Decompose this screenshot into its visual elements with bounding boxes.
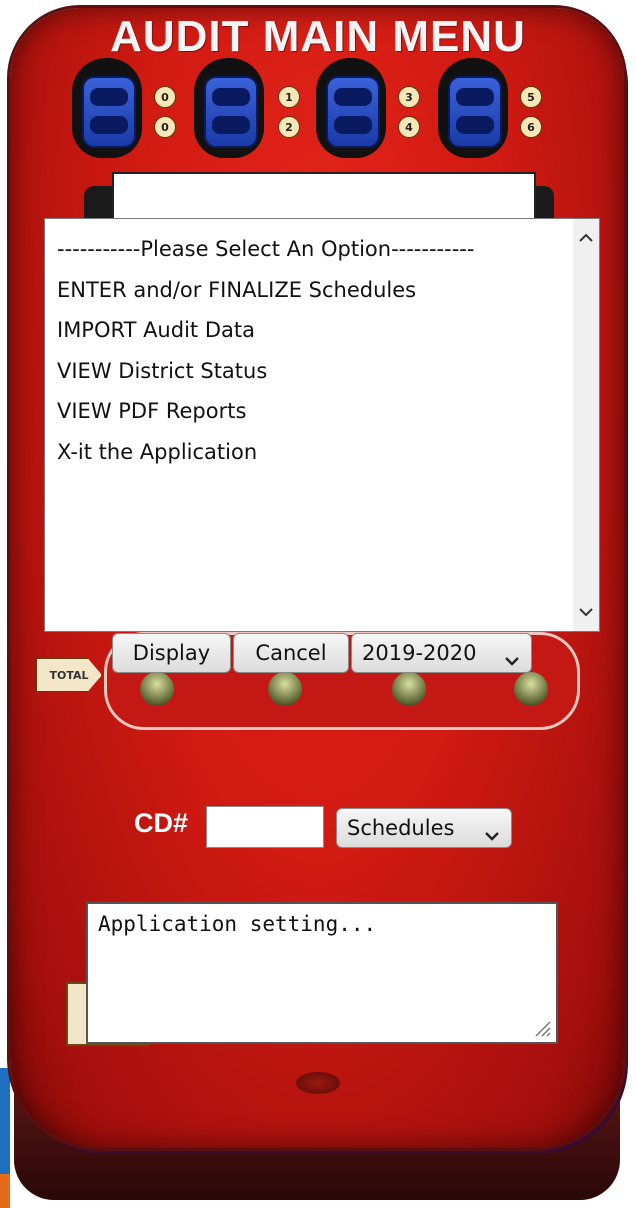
chevron-down-icon bbox=[485, 822, 499, 846]
cd-label: CD# bbox=[134, 808, 189, 838]
top-text-field[interactable] bbox=[112, 172, 536, 220]
chevron-down-icon bbox=[505, 647, 519, 671]
slot-badge: 2 bbox=[278, 116, 300, 138]
chevron-up-icon[interactable] bbox=[573, 225, 599, 251]
slot-2 bbox=[194, 58, 264, 158]
menu-option-list[interactable]: -----------Please Select An Option------… bbox=[44, 218, 600, 632]
status-textarea[interactable]: Application setting... bbox=[86, 902, 558, 1044]
slot-badge: 5 bbox=[520, 86, 542, 108]
slot-4 bbox=[438, 58, 508, 158]
resize-grip-icon[interactable] bbox=[530, 1016, 552, 1038]
schedule-type-value: Schedules bbox=[347, 816, 455, 840]
dial-knob bbox=[392, 672, 426, 706]
list-item[interactable]: ENTER and/or FINALIZE Schedules bbox=[57, 270, 577, 311]
chevron-down-icon[interactable] bbox=[573, 599, 599, 625]
list-item[interactable]: X-it the Application bbox=[57, 432, 577, 473]
status-text: Application setting... bbox=[98, 912, 377, 936]
dial-knob bbox=[514, 672, 548, 706]
dial-knob bbox=[268, 672, 302, 706]
slot-badge: 1 bbox=[278, 86, 300, 108]
slot-badge: 0 bbox=[154, 86, 176, 108]
app-title: AUDIT MAIN MENU bbox=[110, 12, 526, 61]
slot-badge: 6 bbox=[520, 116, 542, 138]
list-scrollbar[interactable] bbox=[573, 219, 599, 631]
list-item[interactable]: IMPORT Audit Data bbox=[57, 310, 577, 351]
year-select-value: 2019-2020 bbox=[362, 641, 477, 665]
slot-1 bbox=[72, 58, 142, 158]
dial-knob bbox=[140, 672, 174, 706]
left-edge-orange-strip bbox=[0, 1174, 10, 1208]
slot-badge: 4 bbox=[398, 116, 420, 138]
left-edge-blue-strip bbox=[0, 1068, 10, 1174]
list-item[interactable]: -----------Please Select An Option------… bbox=[57, 229, 577, 270]
list-item[interactable]: VIEW PDF Reports bbox=[57, 391, 577, 432]
list-item[interactable]: VIEW District Status bbox=[57, 351, 577, 392]
indicator-light bbox=[296, 1072, 340, 1094]
cd-number-input[interactable] bbox=[206, 806, 324, 848]
year-select[interactable]: 2019-2020 bbox=[351, 633, 532, 673]
display-button[interactable]: Display bbox=[112, 633, 231, 673]
slot-3 bbox=[316, 58, 386, 158]
cancel-button[interactable]: Cancel bbox=[233, 633, 349, 673]
schedule-type-select[interactable]: Schedules bbox=[336, 808, 512, 848]
slot-badge: 0 bbox=[154, 116, 176, 138]
slot-badge: 3 bbox=[398, 86, 420, 108]
